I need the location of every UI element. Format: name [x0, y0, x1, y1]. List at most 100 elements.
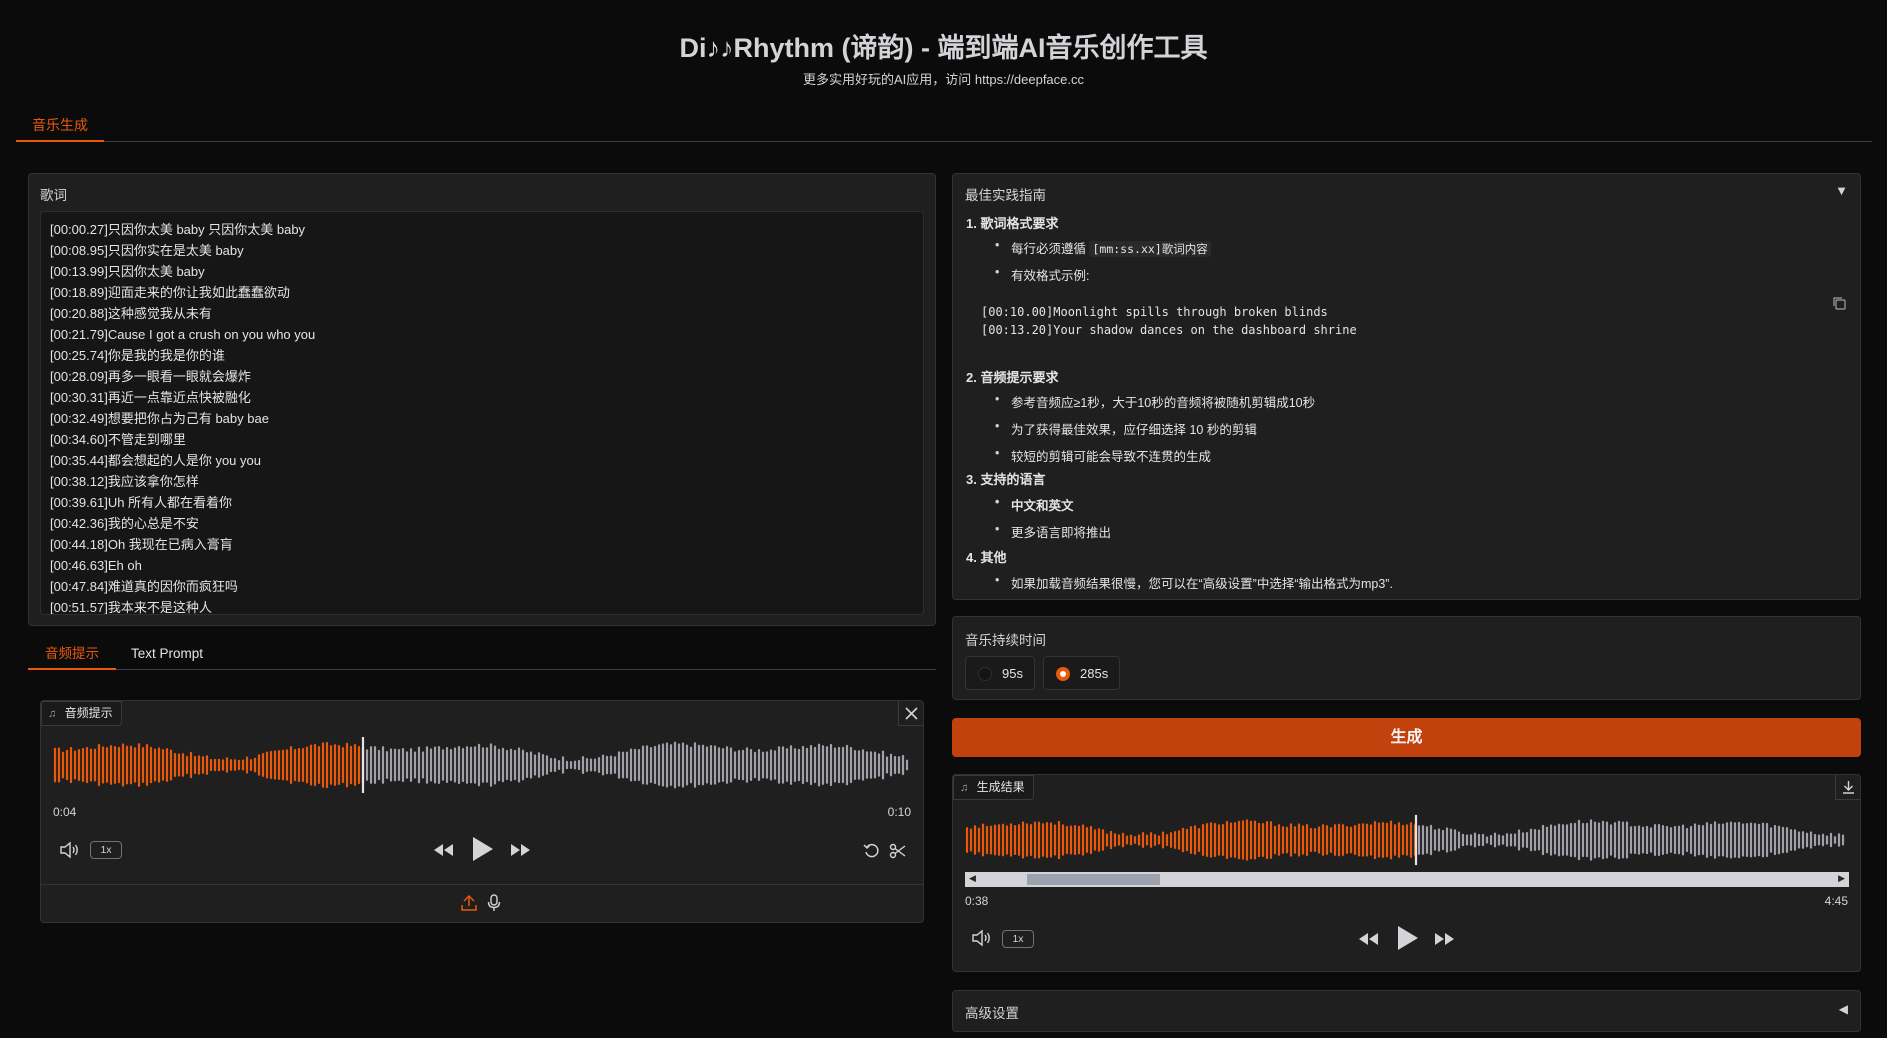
result-scrollbar[interactable]: ◀ ▶ [965, 872, 1849, 887]
duration-option-95s[interactable]: 95s [965, 656, 1035, 690]
lyric-line: [00:47.84]难道真的因你而疯狂吗 [50, 579, 238, 594]
fast-forward-icon [1435, 933, 1454, 945]
audio-prompt-waveform[interactable] [53, 737, 913, 793]
result-label: 生成结果 [976, 780, 1025, 794]
audio-prompt-label: 音频提示 [64, 706, 113, 720]
radio-unchecked-icon [978, 667, 992, 681]
guide-collapse-toggle[interactable]: ▼ [1835, 183, 1848, 198]
guide-item: 每行必须遵循 [mm:ss.xx]歌词内容 [995, 238, 1211, 257]
trim-button[interactable] [889, 842, 907, 863]
skip-forward-button[interactable] [509, 841, 533, 862]
lyric-line: [00:30.31]再近一点靠近点快被融化 [50, 390, 251, 405]
lyric-line: [00:08.95]只因你实在是太美 baby [50, 243, 244, 258]
lyric-line: [00:20.88]这种感觉我从未有 [50, 306, 212, 321]
volume-button[interactable] [59, 841, 81, 862]
result-waveform[interactable] [965, 815, 1849, 865]
guide-title[interactable]: 最佳实践指南 [965, 184, 1046, 204]
guide-section-3-list: 中文和英文 更多语言即将推出 [995, 495, 1111, 541]
advanced-settings-label: 高级设置 [965, 1006, 1019, 1021]
play-icon [1398, 926, 1418, 950]
guide-section-3-title: 3. 支持的语言 [966, 472, 1046, 487]
fast-forward-icon [511, 844, 530, 856]
skip-backward-button[interactable] [431, 841, 455, 862]
advanced-settings-accordion[interactable]: 高级设置 ◀ [952, 990, 1861, 1032]
volume-icon [972, 929, 990, 947]
scrollbar-thumb[interactable] [1027, 874, 1160, 885]
clear-audio-button[interactable] [898, 701, 923, 726]
radio-checked-icon [1056, 667, 1070, 681]
play-button[interactable] [1394, 924, 1420, 955]
copy-icon [1833, 297, 1846, 310]
upload-icon [461, 894, 477, 911]
music-note-icon: ♫ [960, 782, 969, 794]
guide-section-4-title: 4. 其他 [966, 550, 1007, 565]
lyrics-lines: [00:00.27]只因你太美 baby 只因你太美 baby [00:08.95… [50, 219, 315, 615]
lyric-line: [00:46.63]Eh oh [50, 558, 142, 573]
scissors-icon [889, 843, 906, 859]
guide-section-1-list: 每行必须遵循 [mm:ss.xx]歌词内容 有效格式示例: [995, 238, 1211, 284]
microphone-button[interactable] [487, 894, 501, 915]
guide-section-4-list: 如果加载音频结果很慢，您可以在“高级设置”中选择“输出格式为mp3”. [995, 573, 1393, 592]
lyrics-label: 歌词 [40, 188, 67, 203]
skip-backward-button[interactable] [1356, 930, 1380, 951]
result-audio-panel: ♫ 生成结果 ◀ ▶ 0:38 4:45 1x [952, 774, 1861, 972]
close-icon [905, 707, 918, 720]
audio-prompt-total-time: 0:10 [887, 805, 911, 819]
audio-prompt-panel: ♫ 音频提示 0:04 0:10 1x [40, 700, 924, 923]
lyric-line: [00:13.99]只因你太美 baby [50, 264, 205, 279]
tab-audio-prompt[interactable]: 音频提示 [28, 642, 116, 670]
music-note-icon: ♫ [48, 708, 57, 720]
main-tab-bar: 音乐生成 [16, 110, 1872, 142]
upload-button[interactable] [461, 894, 477, 915]
duration-panel: 音乐持续时间 95s 285s [952, 616, 1861, 700]
result-tag: ♫ 生成结果 [953, 775, 1034, 800]
lyrics-panel: 歌词 [00:00.27]只因你太美 baby 只因你太美 baby [00:08… [28, 173, 936, 626]
result-total-time: 4:45 [1824, 894, 1848, 908]
play-button[interactable] [469, 835, 495, 866]
lyric-line: [00:44.18]Oh 我现在已病入膏肓 [50, 537, 233, 552]
rewind-icon [1359, 933, 1378, 945]
reset-button[interactable] [863, 842, 881, 863]
play-icon [473, 837, 493, 861]
tab-music-generation[interactable]: 音乐生成 [16, 110, 104, 142]
undo-icon [863, 843, 879, 858]
guide-item: 有效格式示例: [995, 265, 1211, 284]
code-example-line-1: [00:10.00]Moonlight spills through broke… [981, 305, 1328, 319]
microphone-icon [487, 894, 501, 911]
skip-forward-button[interactable] [1433, 930, 1457, 951]
duration-option-label: 95s [1002, 666, 1023, 681]
volume-icon [60, 841, 78, 859]
audio-prompt-current-time: 0:04 [53, 805, 77, 819]
duration-option-label: 285s [1080, 666, 1109, 681]
duration-option-285s[interactable]: 285s [1043, 656, 1120, 690]
format-code: [mm:ss.xx]歌词内容 [1089, 241, 1211, 257]
copy-code-button[interactable] [1832, 296, 1846, 313]
lyric-line: [00:38.12]我应该拿你怎样 [50, 474, 199, 489]
lyric-line: [00:34.60]不管走到哪里 [50, 432, 186, 447]
download-button[interactable] [1835, 775, 1860, 800]
result-current-time: 0:38 [965, 894, 989, 908]
rewind-icon [434, 844, 453, 856]
scroll-left-arrow[interactable]: ◀ [969, 873, 976, 884]
scroll-right-arrow[interactable]: ▶ [1838, 873, 1845, 884]
download-icon [1843, 781, 1854, 794]
lyric-line: [00:51.57]我本来不是这种人 [50, 600, 212, 615]
playback-speed-button[interactable]: 1x [1002, 930, 1034, 948]
tab-text-prompt[interactable]: Text Prompt [131, 642, 203, 670]
duration-label: 音乐持续时间 [965, 633, 1046, 648]
code-example-line-2: [00:13.20]Your shadow dances on the dash… [981, 323, 1357, 337]
prompt-tab-bar: 音频提示 Text Prompt [28, 642, 936, 670]
page-subtitle: 更多实用好玩的AI应用，访问 https://deepface.cc [802, 72, 1085, 87]
lyric-line: [00:18.89]迎面走来的你让我如此蠢蠢欲动 [50, 285, 290, 300]
playback-speed-button[interactable]: 1x [90, 841, 122, 859]
volume-button[interactable] [971, 929, 993, 950]
lyric-line: [00:25.74]你是我的我是你的谁 [50, 348, 225, 363]
lyric-line: [00:39.61]Uh 所有人都在看着你 [50, 495, 233, 510]
advanced-toggle-icon: ◀ [1838, 1002, 1848, 1016]
generate-button[interactable]: 生成 [952, 718, 1861, 757]
lyrics-textarea[interactable]: [00:00.27]只因你太美 baby 只因你太美 baby [00:08.95… [40, 211, 924, 615]
lyric-line: [00:32.49]想要把你占为己有 baby bae [50, 411, 269, 426]
lyric-line: [00:35.44]都会想起的人是你 you you [50, 453, 261, 468]
guide-item: 中文和英文 [995, 495, 1111, 514]
lyric-line: [00:28.09]再多一眼看一眼就会爆炸 [50, 369, 251, 384]
